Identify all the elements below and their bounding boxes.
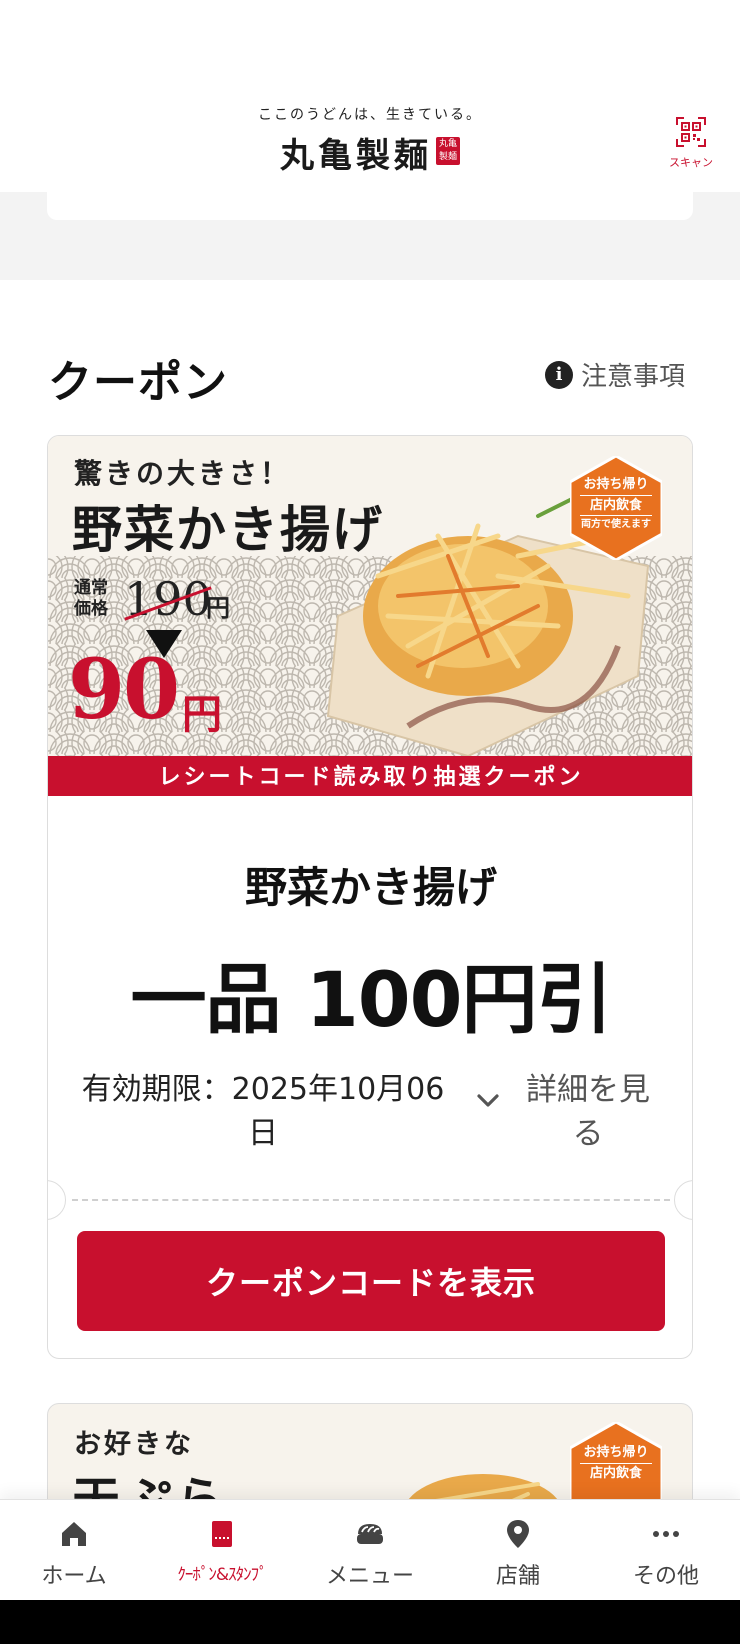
tab-coupon-stamp-label: ｸｰﾎﾟﾝ&ｽﾀﾝﾌﾟ xyxy=(177,1565,267,1585)
chevron-down-icon[interactable] xyxy=(473,1086,503,1116)
coupon2-catchcopy: お好きな xyxy=(74,1429,194,1460)
details-toggle[interactable]: 詳細を見る xyxy=(518,1068,658,1156)
takeout-badge: お持ち帰り 店内飲食 両方で使えます xyxy=(570,476,662,532)
scan-button[interactable]: スキャン xyxy=(664,116,718,170)
regular-price-yen: 円 xyxy=(206,594,230,622)
sale-price: 90 xyxy=(68,642,180,738)
tab-coupon-stamp[interactable]: ｸｰﾎﾟﾝ&ｽﾀﾝﾌﾟ xyxy=(148,1500,296,1600)
badge-line1: お持ち帰り xyxy=(583,477,649,492)
show-coupon-code-button[interactable]: クーポンコードを表示 xyxy=(77,1231,665,1331)
regular-price-value: 190 xyxy=(124,572,212,626)
regular-price-label: 通常価格 xyxy=(74,578,108,619)
badge-line2: 店内飲食 xyxy=(580,495,652,516)
badge2-line2: 店内飲食 xyxy=(580,1463,652,1483)
brand-tagline: ここのうどんは、生きている。 xyxy=(258,107,482,123)
expiry-date: 有効期限：2025年10月06日 xyxy=(81,1072,445,1151)
coupon-card: お持ち帰り 店内飲食 両方で使えます 驚きの大きさ！ 野菜かき揚げ 通常価格 1… xyxy=(47,435,693,1359)
badge-line3: 両方で使えます xyxy=(581,519,651,530)
more-icon xyxy=(653,1531,679,1537)
ticket-notch-right xyxy=(674,1180,692,1220)
system-navigation-bar xyxy=(0,1600,740,1644)
regular-price: 190 xyxy=(124,572,212,626)
tab-menu-label: メニュー xyxy=(325,1564,414,1589)
brand-logo[interactable]: ここのうどんは、生きている。 丸亀製麺 丸亀 製麺 xyxy=(0,104,740,177)
map-pin-icon xyxy=(507,1520,529,1548)
notice-label: 注意事項 xyxy=(581,362,686,392)
previous-card-bottom xyxy=(47,192,693,220)
ticket-notch-left xyxy=(48,1180,66,1220)
tab-home[interactable]: ホーム xyxy=(0,1500,148,1600)
sale-price-yen: 円 xyxy=(182,692,222,738)
home-icon xyxy=(62,1522,86,1546)
qr-code-icon xyxy=(676,117,706,147)
notice-link[interactable]: i 注意事項 xyxy=(545,356,685,393)
banner-catchcopy: 驚きの大きさ！ xyxy=(74,457,292,490)
tab-menu[interactable]: メニュー xyxy=(296,1500,444,1600)
coupon-banner-image: お持ち帰り 店内飲食 両方で使えます 驚きの大きさ！ 野菜かき揚げ 通常価格 1… xyxy=(48,436,692,796)
info-icon: i xyxy=(545,360,573,389)
tab-more[interactable]: その他 xyxy=(592,1500,740,1600)
tab-stores[interactable]: 店舗 xyxy=(444,1500,592,1600)
brand-seal: 丸亀 製麺 xyxy=(436,136,460,165)
tab-more-label: その他 xyxy=(632,1564,699,1589)
ticket-divider xyxy=(72,1199,670,1201)
coupon-discount: 一品 100円引 xyxy=(130,955,612,1044)
app-header: ここのうどんは、生きている。 丸亀製麺 丸亀 製麺 スキャン xyxy=(0,0,740,192)
bowl-icon xyxy=(357,1524,383,1544)
tab-home-label: ホーム xyxy=(41,1564,107,1589)
banner-product-name: 野菜かき揚げ xyxy=(72,500,384,559)
banner-ribbon: レシートコード読み取り抽選クーポン xyxy=(48,756,692,796)
coupon-icon xyxy=(212,1521,232,1547)
takeout-badge-2: お持ち帰り 店内飲食 xyxy=(570,1444,662,1485)
bottom-tab-bar: ホーム ｸｰﾎﾟﾝ&ｽﾀﾝﾌﾟ メニュー 店舗 その他 xyxy=(0,1499,740,1600)
scan-label: スキャン xyxy=(669,156,713,169)
section-title: クーポン xyxy=(48,357,228,408)
brand-name: 丸亀製麺 xyxy=(280,136,432,176)
badge2-line1: お持ち帰り xyxy=(583,1445,649,1460)
coupon-title: 野菜かき揚げ xyxy=(244,863,497,912)
tab-stores-label: 店舗 xyxy=(495,1564,540,1589)
previous-section-band xyxy=(0,192,740,280)
